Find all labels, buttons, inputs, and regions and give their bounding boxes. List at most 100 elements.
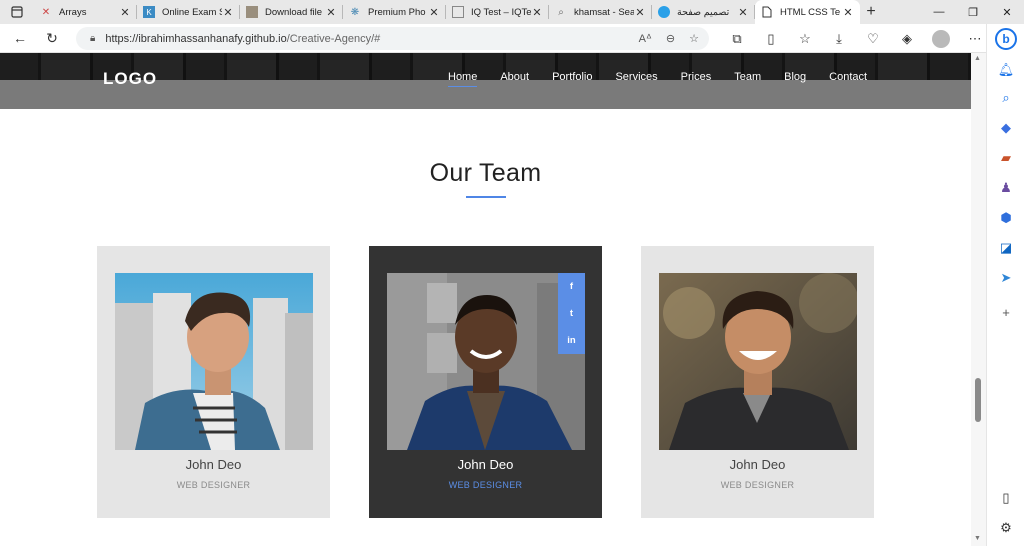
split-screen-icon[interactable]: ▯	[754, 31, 788, 47]
close-tab-icon[interactable]: ✕	[842, 6, 854, 19]
games-icon[interactable]: ♟	[996, 178, 1016, 198]
site-navbar: LOGO Home About Portfolio Services Price…	[0, 53, 971, 109]
tab-actions-button[interactable]	[0, 0, 34, 24]
url-path: /Creative-Agency/#	[286, 32, 381, 45]
tab-title: HTML CSS Te	[780, 6, 841, 18]
exam-favicon-icon: K	[143, 6, 155, 18]
bing-copilot-icon[interactable]: b	[995, 28, 1017, 50]
menu-item-contact[interactable]: Contact	[829, 71, 867, 83]
reload-button[interactable]: ↻	[38, 24, 66, 52]
page-scrollbar[interactable]: ▲ ▼	[971, 53, 986, 546]
microsoft365-icon[interactable]: ⬢	[996, 208, 1016, 228]
lock-icon: 🔒︎	[90, 33, 96, 44]
scrollbar-thumb[interactable]	[975, 378, 981, 422]
zoom-icon[interactable]: ⊖	[666, 32, 675, 45]
browser-tab[interactable]: ✕ Arrays ✕	[34, 0, 137, 24]
close-tab-icon[interactable]: ✕	[634, 6, 646, 19]
close-tab-icon[interactable]: ✕	[119, 6, 131, 19]
notification-bell-icon[interactable]: 🔔︎	[996, 60, 1016, 80]
window-controls: — ❐ ✕	[922, 0, 1024, 24]
team-member-card-active[interactable]: f t in John Deo WEB DESIGNER	[369, 246, 602, 518]
main-menu: Home About Portfolio Services Prices Tea…	[448, 71, 890, 87]
tab-title: Online Exam S	[162, 6, 222, 18]
url-host: https://ibrahimhassanhanafy.github.io	[105, 32, 287, 45]
section-title: Our Team	[429, 159, 542, 187]
team-member-photo	[115, 273, 313, 450]
tab-title: Download file	[265, 6, 323, 18]
menu-item-portfolio[interactable]: Portfolio	[552, 71, 592, 83]
add-sidebar-app-icon[interactable]: +	[996, 302, 1016, 322]
close-tab-icon[interactable]: ✕	[428, 6, 440, 19]
minimize-icon[interactable]: —	[922, 0, 956, 24]
page-viewport: LOGO Home About Portfolio Services Price…	[0, 53, 971, 546]
toolbar-actions: ⧉ ▯ ☆ ⤓ ♡ ◈ ⋯	[720, 24, 992, 53]
favorite-star-icon[interactable]: ☆	[689, 32, 699, 45]
menu-item-services[interactable]: Services	[615, 71, 657, 83]
performance-icon[interactable]: ♡	[856, 31, 890, 47]
new-tab-button[interactable]: +	[860, 0, 882, 24]
address-bar[interactable]: 🔒︎ https://ibrahimhassanhanafy.github.io…	[76, 27, 709, 50]
browser-tab[interactable]: تصميم صفحة ✕	[652, 0, 755, 24]
photo-favicon-icon: ❋	[350, 6, 360, 18]
close-tab-icon[interactable]: ✕	[325, 6, 337, 19]
scroll-down-icon[interactable]: ▼	[974, 535, 981, 542]
browser-tab-strip: ✕ Arrays ✕ K Online Exam S ✕ Download fi…	[0, 0, 1024, 24]
close-tab-icon[interactable]: ✕	[531, 6, 543, 19]
social-links: f t in	[558, 273, 585, 354]
menu-item-blog[interactable]: Blog	[784, 71, 806, 83]
close-tab-icon[interactable]: ✕	[737, 6, 749, 19]
tab-title: Premium Pho	[368, 6, 426, 18]
back-arrow-icon: ←	[13, 30, 27, 46]
team-member-name: John Deo	[185, 457, 242, 472]
team-member-name: John Deo	[729, 457, 786, 472]
profile-avatar[interactable]	[932, 29, 950, 48]
arrays-favicon-icon: ✕	[41, 6, 51, 18]
extensions-icon[interactable]: ⧉	[720, 31, 754, 47]
site-logo[interactable]: LOGO	[103, 69, 157, 89]
close-window-icon[interactable]: ✕	[990, 0, 1024, 24]
send-icon[interactable]: ➤	[996, 268, 1016, 288]
downloads-icon[interactable]: ⤓	[822, 31, 856, 47]
search-icon[interactable]: ⌕	[996, 88, 1016, 108]
favorites-icon[interactable]: ☆	[788, 31, 822, 47]
restore-icon[interactable]: ❐	[956, 0, 990, 24]
plus-icon: +	[866, 3, 876, 20]
team-member-name: John Deo	[457, 457, 514, 472]
outlook-icon[interactable]: ◪	[996, 238, 1016, 258]
sidebar-settings-gear-icon[interactable]: ⚙	[996, 518, 1016, 538]
reload-icon: ↻	[46, 29, 58, 46]
scroll-up-icon[interactable]: ▲	[974, 55, 981, 62]
search-favicon-icon: ⌕	[558, 6, 564, 18]
browser-tab[interactable]: IQ Test – IQTe ✕	[446, 0, 549, 24]
tools-briefcase-icon[interactable]: ▰	[996, 148, 1016, 168]
menu-item-team[interactable]: Team	[734, 71, 761, 83]
team-member-role: WEB DESIGNER	[176, 480, 251, 490]
tab-title: Arrays	[59, 6, 87, 18]
menu-item-about[interactable]: About	[500, 71, 529, 83]
linkedin-icon[interactable]: in	[558, 327, 585, 354]
hide-sidebar-icon[interactable]: ▯	[996, 488, 1016, 508]
address-bar-actions: Aᐞ ⊖ ☆	[639, 27, 699, 50]
title-underline	[466, 196, 506, 198]
facebook-icon[interactable]: f	[558, 273, 585, 300]
back-button[interactable]: ←	[6, 24, 34, 52]
browser-tab[interactable]: K Online Exam S ✕	[137, 0, 240, 24]
browser-essentials-icon[interactable]: ◈	[890, 31, 924, 47]
menu-item-prices[interactable]: Prices	[681, 71, 712, 83]
team-member-role: WEB DESIGNER	[720, 480, 795, 490]
iqtest-favicon-icon	[452, 6, 464, 18]
browser-tab-active[interactable]: HTML CSS Te ✕	[755, 0, 860, 24]
read-aloud-icon[interactable]: Aᐞ	[639, 32, 652, 45]
browser-tab[interactable]: ⌕ khamsat - Sea ✕	[549, 0, 652, 24]
twitter-icon[interactable]: t	[558, 300, 585, 327]
shopping-tag-icon[interactable]: ◆	[996, 118, 1016, 138]
team-member-card[interactable]: John Deo WEB DESIGNER	[97, 246, 330, 518]
design-favicon-icon	[658, 6, 670, 18]
team-member-card[interactable]: John Deo WEB DESIGNER	[641, 246, 874, 518]
close-tab-icon[interactable]: ✕	[222, 6, 234, 19]
menu-item-home[interactable]: Home	[448, 71, 478, 87]
tab-title: khamsat - Sea	[574, 6, 634, 18]
team-member-photo	[387, 273, 585, 450]
browser-tab[interactable]: ❋ Premium Pho ✕	[343, 0, 446, 24]
browser-tab[interactable]: Download file ✕	[240, 0, 343, 24]
